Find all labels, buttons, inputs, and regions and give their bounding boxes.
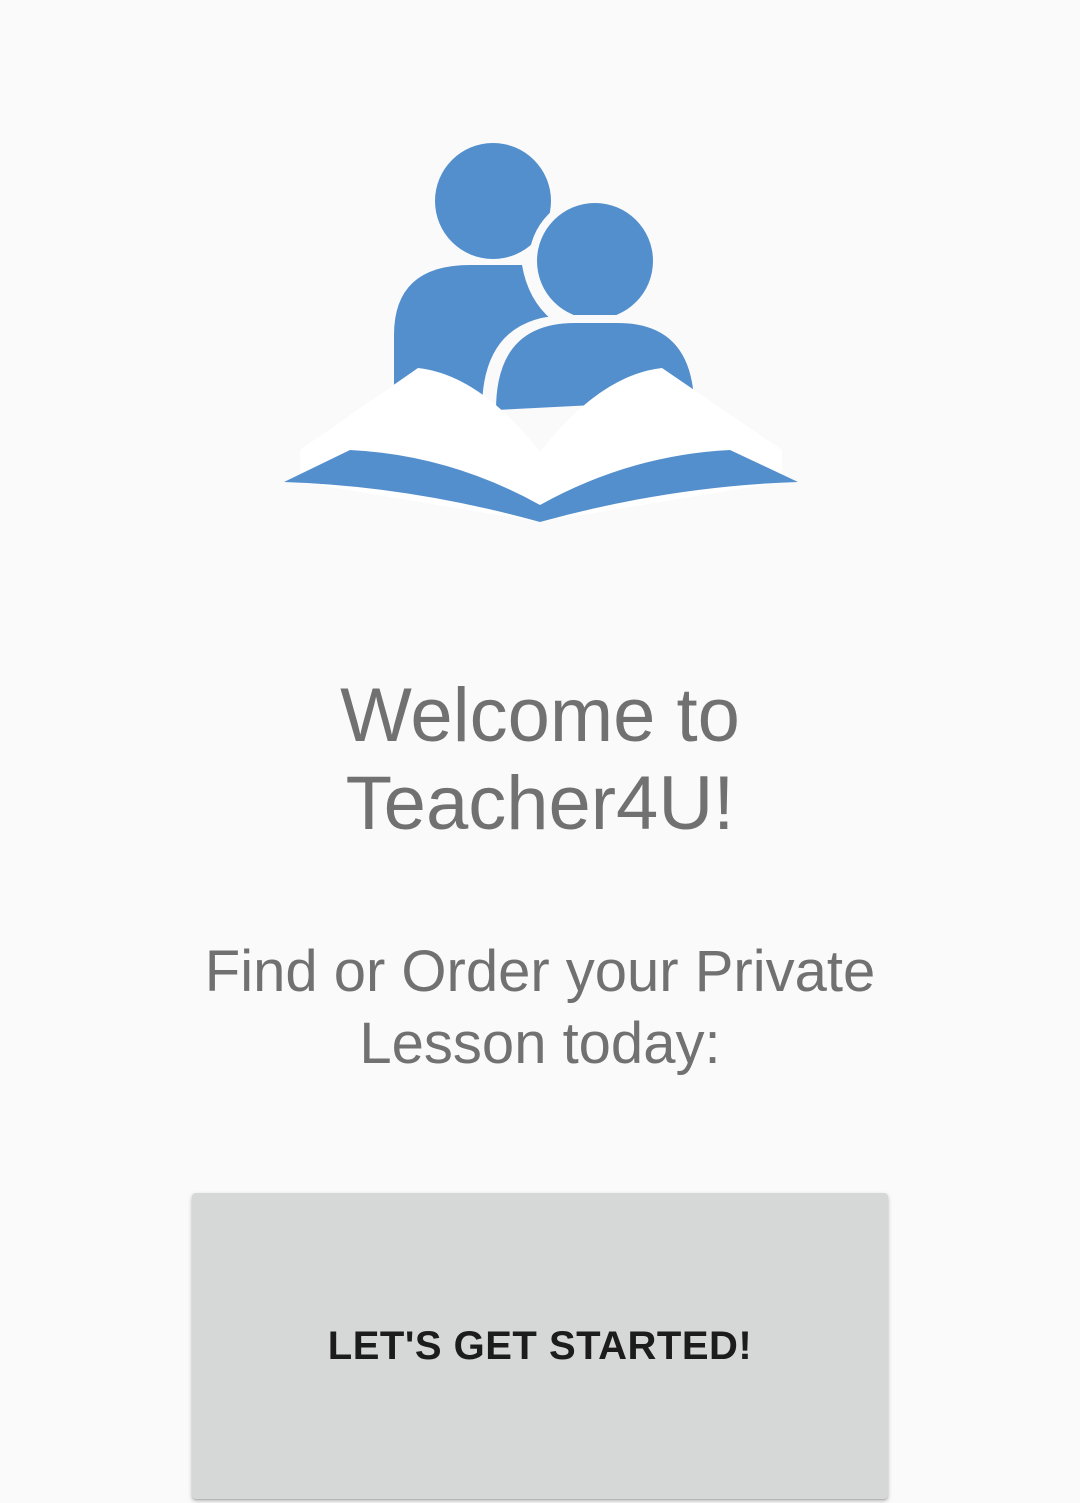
welcome-line-2: Teacher4U! (345, 761, 735, 846)
tagline-text: Find or Order your Private Lesson today: (0, 936, 1080, 1080)
tagline-line-2: Lesson today: (359, 1011, 721, 1076)
welcome-heading: Welcome to Teacher4U! (0, 672, 1080, 848)
get-started-label: LET'S GET STARTED! (327, 1323, 753, 1368)
teacher-student-book-icon (284, 143, 798, 522)
tagline-line-1: Find or Order your Private (204, 939, 876, 1004)
app-logo (270, 130, 810, 540)
get-started-button[interactable]: LET'S GET STARTED! (192, 1193, 888, 1499)
welcome-line-1: Welcome to (340, 673, 740, 758)
